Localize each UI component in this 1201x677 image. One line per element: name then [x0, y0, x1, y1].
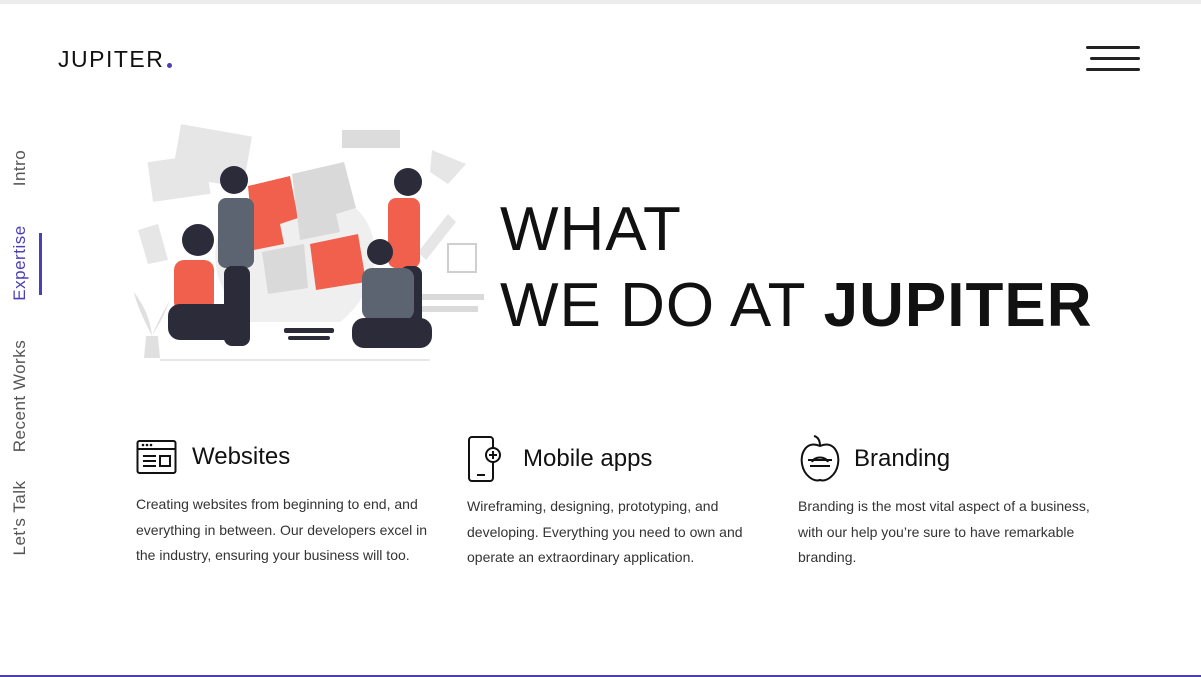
hero-illustration: [130, 122, 490, 374]
side-nav-item-intro[interactable]: Intro: [10, 150, 30, 187]
active-indicator: [39, 233, 42, 295]
menu-line: [1086, 46, 1140, 49]
side-nav-item-recent-works[interactable]: Recent Works: [10, 340, 30, 452]
service-description: Wireframing, designing, prototyping, and…: [467, 498, 743, 565]
service-title: Websites: [192, 443, 291, 470]
service-header: Websites: [136, 432, 436, 482]
brand-name: JUPITER: [58, 46, 165, 72]
top-strip: [0, 0, 1201, 4]
menu-line: [1086, 68, 1140, 71]
side-nav: Intro Expertise Recent Works Let's Talk: [0, 0, 50, 677]
service-card-websites: Websites Creating websites from beginnin…: [136, 432, 436, 569]
browser-window-icon: [136, 432, 180, 482]
title-line-2-prefix: WE DO AT: [500, 271, 806, 340]
logo-dot-icon: [167, 63, 173, 68]
title-brand: JUPITER: [823, 271, 1093, 340]
team-puzzle-illustration: [134, 124, 484, 361]
mobile-phone-icon: [467, 434, 511, 484]
page-title: WHAT WE DO AT JUPITER: [500, 192, 1092, 344]
side-nav-item-expertise[interactable]: Expertise: [10, 225, 30, 300]
menu-line: [1090, 57, 1140, 60]
service-header: Branding: [798, 434, 1098, 484]
service-card-branding: Branding Branding is the most vital aspe…: [798, 434, 1098, 571]
title-line-1: WHAT: [500, 195, 682, 264]
service-header: Mobile apps: [467, 434, 767, 484]
service-title: Branding: [854, 445, 951, 472]
service-description: Branding is the most vital aspect of a b…: [798, 498, 1090, 565]
apple-brand-icon: [798, 434, 842, 484]
service-description: Creating websites from beginning to end,…: [136, 496, 428, 563]
hamburger-menu-icon[interactable]: [1084, 44, 1142, 78]
side-nav-item-lets-talk[interactable]: Let's Talk: [10, 480, 30, 555]
service-title: Mobile apps: [523, 445, 653, 472]
title-line-2: WE DO AT JUPITER: [500, 268, 1092, 344]
brand-logo[interactable]: JUPITER: [58, 46, 173, 73]
service-card-mobile-apps: Mobile apps Wireframing, designing, prot…: [467, 434, 767, 571]
